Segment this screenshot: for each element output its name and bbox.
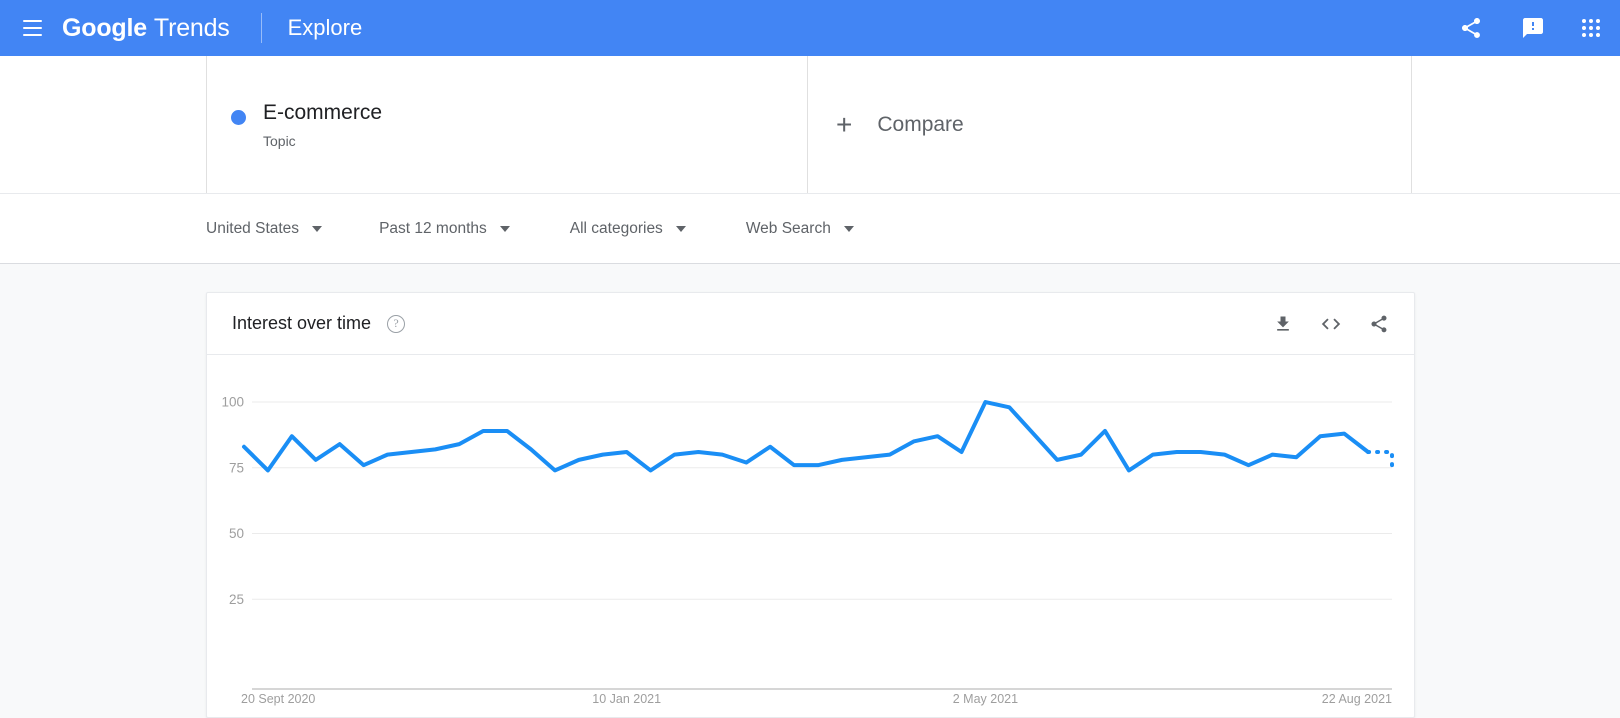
query-right-gutter: [1412, 56, 1620, 193]
download-csv-icon[interactable]: [1272, 313, 1294, 335]
chevron-down-icon: [312, 225, 323, 232]
card-title: Interest over time: [232, 313, 372, 333]
filter-search-type-label: Web Search: [745, 219, 831, 237]
apps-dot: [1596, 19, 1600, 23]
y-axis-tick-label: 25: [229, 592, 244, 607]
hamburger-bar: [22, 27, 42, 29]
filter-category-label: All categories: [569, 219, 663, 237]
y-axis-tick-label: 100: [221, 395, 244, 410]
apps-dot: [1596, 33, 1600, 37]
main-content: Interest over time ? 25 50 75 100 20 Sep…: [0, 264, 1620, 718]
chart-series-group: [242, 400, 1394, 473]
filter-bar: United States Past 12 months All categor…: [0, 194, 1620, 264]
chart-y-axis-labels: 25 50 75 100: [221, 395, 244, 607]
x-axis-tick-label: 22 Aug 2021: [1322, 692, 1392, 706]
header-icon-group: [1458, 15, 1600, 41]
help-icon[interactable]: ?: [387, 314, 406, 333]
search-term-title: E-commerce: [263, 100, 383, 124]
filter-region[interactable]: United States: [206, 219, 323, 238]
series-color-dot: [231, 110, 246, 125]
interest-over-time-chart[interactable]: 25 50 75 100 20 Sept 2020 10 Jan 2021 2 May 2…: [207, 355, 1414, 717]
apps-dot: [1596, 26, 1600, 30]
google-trends-logo[interactable]: Google Trends: [62, 14, 230, 43]
share-chart-icon[interactable]: [1368, 313, 1390, 335]
header-divider: [260, 13, 262, 43]
chevron-down-icon: [675, 225, 686, 232]
hamburger-menu-icon[interactable]: [12, 8, 52, 48]
x-axis-tick-label: 2 May 2021: [953, 692, 1018, 706]
feedback-icon[interactable]: [1520, 15, 1546, 41]
chart-area[interactable]: 25 50 75 100 20 Sept 2020 10 Jan 2021 2 May 2…: [207, 355, 1414, 717]
y-axis-tick-label: 50: [229, 526, 244, 541]
x-axis-tick-label: 10 Jan 2021: [592, 692, 661, 706]
apps-dot: [1589, 19, 1593, 23]
chart-x-axis-labels: 20 Sept 2020 10 Jan 2021 2 May 2021 22 Aug …: [241, 692, 1392, 706]
explore-label[interactable]: Explore: [288, 15, 363, 41]
app-header: Google Trends Explore: [0, 0, 1620, 56]
chevron-down-icon: [499, 225, 510, 232]
filter-region-label: United States: [206, 219, 300, 237]
search-term-text: E-commerce Topic: [263, 100, 382, 149]
filter-category[interactable]: All categories: [570, 220, 686, 238]
brand-google: Google: [62, 13, 147, 42]
filter-time-range-label: Past 12 months: [379, 219, 487, 237]
brand-trends: Trends: [153, 13, 230, 42]
search-term-card[interactable]: E-commerce Topic: [206, 56, 808, 193]
plus-icon: +: [836, 108, 853, 140]
search-term-subtitle: Topic: [263, 133, 296, 150]
hamburger-bar: [22, 34, 42, 36]
series-line-e-commerce: [242, 400, 1371, 473]
filter-time-range[interactable]: Past 12 months: [379, 220, 510, 238]
share-icon[interactable]: [1458, 15, 1484, 41]
filter-search-type[interactable]: Web Search: [746, 220, 854, 238]
apps-grid-icon[interactable]: [1582, 19, 1600, 37]
apps-dot: [1589, 26, 1593, 30]
apps-dot: [1589, 33, 1593, 37]
apps-dot: [1582, 26, 1586, 30]
chart-gridlines: [252, 401, 1392, 600]
interest-over-time-card: Interest over time ? 25 50 75 100 20 Sep…: [206, 292, 1415, 718]
card-action-group: [1272, 313, 1390, 335]
embed-code-icon[interactable]: [1320, 313, 1342, 335]
apps-dot: [1582, 33, 1586, 37]
x-axis-tick-label: 20 Sept 2020: [241, 692, 315, 706]
query-row: E-commerce Topic + Compare: [0, 56, 1620, 194]
apps-dot: [1582, 19, 1586, 23]
compare-card[interactable]: + Compare: [808, 56, 1412, 193]
query-left-gutter: [0, 56, 206, 193]
hamburger-bar: [22, 20, 42, 22]
y-axis-tick-label: 75: [229, 460, 244, 475]
card-header: Interest over time ?: [207, 293, 1414, 355]
compare-label: Compare: [877, 112, 964, 136]
chevron-down-icon: [843, 225, 854, 232]
